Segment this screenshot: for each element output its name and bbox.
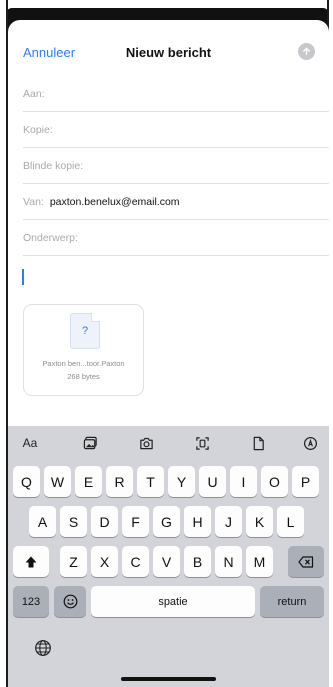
keyboard: Aa Q W E R T Y U I O P A S D F G H J K L… bbox=[8, 426, 329, 687]
key-e[interactable]: E bbox=[75, 466, 102, 497]
emoji-key[interactable] bbox=[54, 586, 86, 617]
key-d[interactable]: D bbox=[91, 506, 118, 537]
key-h[interactable]: H bbox=[184, 506, 211, 537]
bcc-field[interactable]: Blinde kopie: bbox=[23, 148, 329, 184]
keyboard-toolbar: Aa bbox=[8, 426, 329, 460]
key-l[interactable]: L bbox=[277, 506, 304, 537]
key-w[interactable]: W bbox=[44, 466, 71, 497]
key-p[interactable]: P bbox=[292, 466, 319, 497]
camera-icon[interactable] bbox=[136, 435, 156, 451]
markup-icon[interactable] bbox=[300, 435, 320, 451]
send-button[interactable] bbox=[298, 43, 315, 60]
shift-key[interactable] bbox=[13, 546, 49, 577]
key-s[interactable]: S bbox=[60, 506, 87, 537]
format-button[interactable]: Aa bbox=[20, 435, 40, 451]
key-v[interactable]: V bbox=[153, 546, 180, 577]
home-indicator[interactable] bbox=[121, 677, 216, 681]
key-b[interactable]: B bbox=[184, 546, 211, 577]
photo-library-icon[interactable] bbox=[80, 435, 100, 451]
key-z[interactable]: Z bbox=[60, 546, 87, 577]
globe-icon bbox=[35, 640, 51, 656]
key-f[interactable]: F bbox=[122, 506, 149, 537]
space-key[interactable]: spatie bbox=[91, 586, 255, 617]
emoji-icon bbox=[63, 594, 77, 609]
key-a[interactable]: A bbox=[29, 506, 56, 537]
return-key[interactable]: return bbox=[260, 586, 324, 617]
file-glyph: ? bbox=[81, 325, 89, 337]
key-q[interactable]: Q bbox=[13, 466, 40, 497]
key-y[interactable]: Y bbox=[168, 466, 195, 497]
globe-button[interactable] bbox=[34, 639, 52, 657]
compose-title: Nieuw bericht bbox=[125, 45, 212, 60]
key-x[interactable]: X bbox=[91, 546, 118, 577]
arrow-up-icon bbox=[303, 47, 310, 56]
key-i[interactable]: I bbox=[230, 466, 257, 497]
key-r[interactable]: R bbox=[106, 466, 133, 497]
shift-icon bbox=[25, 556, 37, 567]
attachment-card[interactable]: ? Paxton ben...toor.Paxton 268 bytes bbox=[23, 304, 144, 396]
from-field[interactable]: Van: paxton.benelux@email.com bbox=[23, 184, 329, 220]
to-field[interactable]: Aan: bbox=[23, 76, 329, 112]
file-icon[interactable] bbox=[248, 435, 268, 451]
key-t[interactable]: T bbox=[137, 466, 164, 497]
bcc-label: Blinde kopie: bbox=[23, 159, 84, 172]
cc-field[interactable]: Kopie: bbox=[23, 112, 329, 148]
key-c[interactable]: C bbox=[122, 546, 149, 577]
key-k[interactable]: K bbox=[246, 506, 273, 537]
from-value: paxton.benelux@email.com bbox=[49, 195, 180, 208]
key-m[interactable]: M bbox=[246, 546, 273, 577]
subject-field[interactable]: Onderwerp: bbox=[23, 220, 329, 256]
key-n[interactable]: N bbox=[215, 546, 242, 577]
subject-label: Onderwerp: bbox=[23, 231, 78, 244]
unknown-file-icon: ? bbox=[70, 313, 100, 349]
body-text-cursor[interactable] bbox=[22, 269, 24, 285]
compose-sheet: Annuleer Nieuw bericht Aan: Kopie: Blind… bbox=[8, 20, 329, 687]
screen: Annuleer Nieuw bericht Aan: Kopie: Blind… bbox=[0, 0, 333, 687]
to-label: Aan: bbox=[23, 87, 45, 100]
key-u[interactable]: U bbox=[199, 466, 226, 497]
key-j[interactable]: J bbox=[215, 506, 242, 537]
numbers-key[interactable]: 123 bbox=[13, 586, 49, 617]
key-g[interactable]: G bbox=[153, 506, 180, 537]
delete-key[interactable] bbox=[288, 546, 324, 577]
key-o[interactable]: O bbox=[261, 466, 288, 497]
backspace-icon bbox=[298, 555, 314, 568]
from-label: Van: bbox=[23, 195, 44, 208]
attachment-size: 268 bytes bbox=[67, 372, 100, 381]
cc-label: Kopie: bbox=[23, 123, 53, 136]
attachment-name: Paxton ben...toor.Paxton bbox=[42, 359, 125, 368]
scan-document-icon[interactable] bbox=[192, 435, 212, 451]
